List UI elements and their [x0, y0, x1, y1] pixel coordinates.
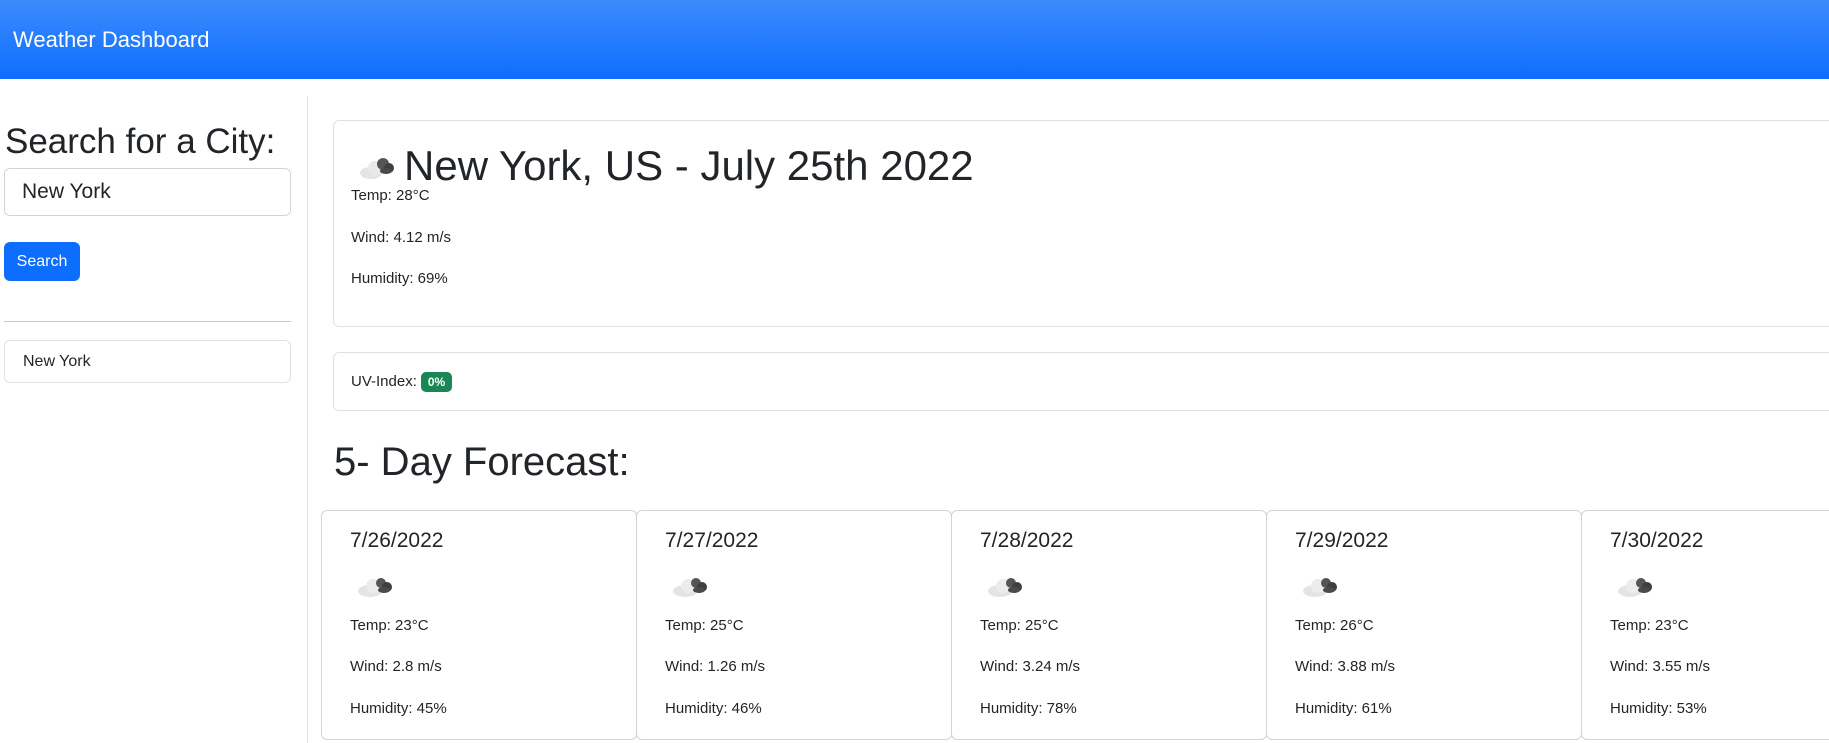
- forecast-humidity: Humidity: 61%: [1295, 700, 1392, 717]
- forecast-wind: Wind: 3.88 m/s: [1295, 658, 1396, 675]
- navbar-brand[interactable]: Weather Dashboard: [13, 27, 210, 53]
- forecast-temp: Temp: 23°C: [1610, 617, 1689, 634]
- broken-clouds-icon: [671, 571, 711, 599]
- forecast-date: 7/29/2022: [1295, 529, 1389, 552]
- forecast-humidity: Humidity: 53%: [1610, 700, 1707, 717]
- broken-clouds-icon: [356, 571, 396, 599]
- forecast-title: 5- Day Forecast:: [334, 440, 630, 484]
- forecast-temp: Temp: 25°C: [980, 617, 1059, 634]
- forecast-card: 7/27/2022 Temp: 25°C Wind: 1.26 m/s Humi…: [636, 510, 952, 740]
- broken-clouds-icon: [1301, 571, 1341, 599]
- city-search-input[interactable]: [4, 168, 291, 216]
- navbar: Weather Dashboard: [0, 0, 1829, 79]
- current-weather-card: New York, US - July 25th 2022 Temp: 28°C…: [333, 120, 1829, 327]
- search-button[interactable]: Search: [4, 242, 80, 281]
- forecast-temp: Temp: 23°C: [350, 617, 429, 634]
- forecast-card: 7/28/2022 Temp: 25°C Wind: 3.24 m/s Humi…: [951, 510, 1267, 740]
- forecast-temp: Temp: 25°C: [665, 617, 744, 634]
- forecast-date: 7/28/2022: [980, 529, 1074, 552]
- forecast-date: 7/27/2022: [665, 529, 759, 552]
- forecast-humidity: Humidity: 78%: [980, 700, 1077, 717]
- broken-clouds-icon: [986, 571, 1026, 599]
- forecast-humidity: Humidity: 45%: [350, 700, 447, 717]
- current-wind: Wind: 4.12 m/s: [351, 229, 452, 246]
- forecast-card: 7/30/2022 Temp: 23°C Wind: 3.55 m/s Humi…: [1581, 510, 1829, 740]
- forecast-temp: Temp: 26°C: [1295, 617, 1374, 634]
- current-weather-heading: New York, US - July 25th 2022: [358, 141, 974, 191]
- forecast-wind: Wind: 2.8 m/s: [350, 658, 442, 675]
- forecast-wind: Wind: 1.26 m/s: [665, 658, 766, 675]
- current-humidity: Humidity: 69%: [351, 270, 448, 287]
- sidebar-divider: [4, 321, 291, 322]
- forecast-wind: Wind: 3.24 m/s: [980, 658, 1081, 675]
- history-item-new-york[interactable]: New York: [4, 340, 291, 383]
- search-heading: Search for a City:: [5, 122, 276, 161]
- forecast-wind: Wind: 3.55 m/s: [1610, 658, 1711, 675]
- uv-index-label: UV-Index:: [351, 373, 417, 390]
- forecast-card: 7/26/2022 Temp: 23°C Wind: 2.8 m/s Humid…: [321, 510, 637, 740]
- forecast-date: 7/30/2022: [1610, 529, 1704, 552]
- forecast-humidity: Humidity: 46%: [665, 700, 762, 717]
- uv-index-badge: 0%: [420, 371, 453, 392]
- forecast-date: 7/26/2022: [350, 529, 444, 552]
- current-temp: Temp: 28°C: [351, 187, 430, 204]
- current-city-date: New York, US - July 25th 2022: [404, 142, 974, 189]
- broken-clouds-icon: [1616, 571, 1656, 599]
- broken-clouds-icon: [358, 150, 398, 182]
- uv-index-card: UV-Index: 0%: [333, 352, 1829, 411]
- forecast-card: 7/29/2022 Temp: 26°C Wind: 3.88 m/s Humi…: [1266, 510, 1582, 740]
